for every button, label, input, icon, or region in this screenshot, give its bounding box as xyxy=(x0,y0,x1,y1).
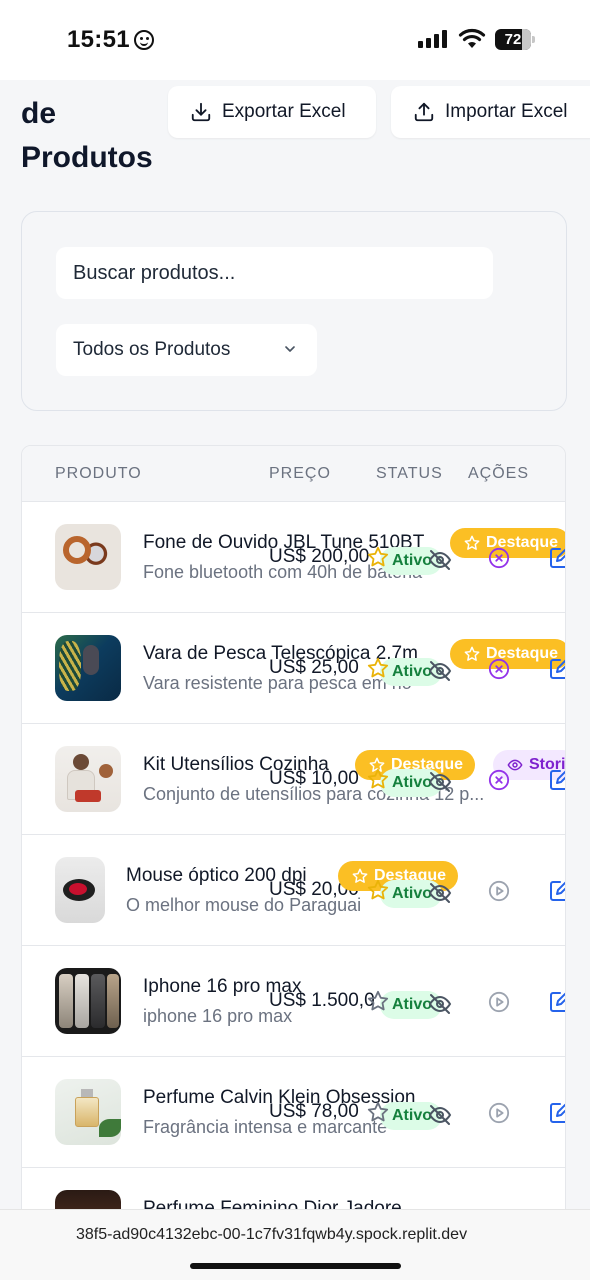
play-circle-icon[interactable] xyxy=(488,991,510,1013)
chevron-down-icon xyxy=(285,346,295,352)
table-row[interactable]: Iphone 16 pro max iphone 16 pro max US$ … xyxy=(22,946,566,1057)
edit-icon[interactable] xyxy=(549,1100,566,1124)
edit-icon[interactable] xyxy=(549,545,566,569)
play-circle-icon[interactable] xyxy=(488,1102,510,1124)
edit-icon[interactable] xyxy=(549,989,566,1013)
star-icon[interactable] xyxy=(367,657,389,679)
star-icon xyxy=(464,646,480,661)
product-price: US$ 10,00 xyxy=(269,768,359,789)
smiley-icon xyxy=(134,30,154,50)
category-select[interactable]: Todos os Produtos xyxy=(56,324,317,376)
product-image xyxy=(55,524,121,590)
product-price: US$ 200,00 xyxy=(269,546,370,567)
edit-icon[interactable] xyxy=(549,656,566,680)
status-bar: 15:51 72 xyxy=(0,0,590,80)
star-icon xyxy=(464,535,480,550)
table-row[interactable]: Vara de Pesca Telescópica 2,7m Vara resi… xyxy=(22,613,566,724)
star-icon[interactable] xyxy=(367,768,389,790)
page-title-line1: de xyxy=(21,97,57,130)
product-image xyxy=(55,1079,121,1145)
product-price: US$ 78,00 xyxy=(269,1101,359,1122)
edit-icon[interactable] xyxy=(549,878,566,902)
product-image xyxy=(55,968,121,1034)
column-header-preco: PREÇO xyxy=(269,465,331,482)
import-excel-button[interactable]: Importar Excel xyxy=(391,86,590,138)
table-row[interactable]: Perfume Calvin Klein Obsession Fragrânci… xyxy=(22,1057,566,1168)
column-header-acoes: AÇÕES xyxy=(468,465,530,482)
eye-off-icon[interactable] xyxy=(428,1103,452,1127)
page-title-line2: Produtos xyxy=(21,141,153,174)
export-excel-label: Exportar Excel xyxy=(222,101,346,122)
export-excel-button[interactable]: Exportar Excel xyxy=(168,86,376,138)
import-excel-label: Importar Excel xyxy=(445,101,568,122)
category-select-value: Todos os Produtos xyxy=(73,339,231,360)
wifi-icon xyxy=(458,28,486,48)
status-time: 15:51 xyxy=(67,26,130,53)
product-image xyxy=(55,746,121,812)
browser-url-bar[interactable]: 38f5-ad90c4132ebc-00-1c7fv31fqwb4y.spock… xyxy=(0,1209,590,1280)
product-price: US$ 25,00 xyxy=(269,657,359,678)
home-indicator[interactable] xyxy=(190,1263,401,1269)
star-icon[interactable] xyxy=(367,1101,389,1123)
star-icon[interactable] xyxy=(367,990,389,1012)
column-header-status: STATUS xyxy=(376,465,443,482)
product-price: US$ 1.500,0 xyxy=(269,990,375,1011)
play-circle-icon[interactable] xyxy=(488,880,510,902)
table-row[interactable]: Mouse óptico 200 dpi O melhor mouse do P… xyxy=(22,835,566,946)
table-row[interactable]: Kit Utensílios Cozinha Conjunto de utens… xyxy=(22,724,566,835)
x-circle-icon[interactable] xyxy=(488,658,510,680)
edit-icon[interactable] xyxy=(549,767,566,791)
column-header-produto: PRODUTO xyxy=(55,465,142,482)
eye-off-icon[interactable] xyxy=(428,770,452,794)
star-icon[interactable] xyxy=(367,546,389,568)
product-image xyxy=(55,857,105,923)
x-circle-icon[interactable] xyxy=(488,769,510,791)
upload-icon xyxy=(414,102,434,122)
eye-off-icon[interactable] xyxy=(428,548,452,572)
battery-level: 72 xyxy=(504,31,522,48)
x-circle-icon[interactable] xyxy=(488,547,510,569)
filter-panel xyxy=(21,211,567,411)
search-input[interactable]: Buscar produtos... xyxy=(56,247,493,299)
eye-off-icon[interactable] xyxy=(428,992,452,1016)
eye-off-icon[interactable] xyxy=(428,659,452,683)
product-image xyxy=(55,635,121,701)
table-row[interactable]: Fone de Ouvido JBL Tune 510BT Fone bluet… xyxy=(22,502,566,613)
star-icon xyxy=(352,868,368,883)
table-header: PRODUTO PREÇO STATUS AÇÕES xyxy=(22,446,565,502)
battery-icon: 72 xyxy=(495,29,535,50)
eye-off-icon[interactable] xyxy=(428,881,452,905)
page-title: de Produtos xyxy=(21,92,153,180)
products-table: PRODUTO PREÇO STATUS AÇÕES Fone de Ouvid… xyxy=(21,445,566,1245)
download-icon xyxy=(191,102,211,122)
cellular-signal-icon xyxy=(418,30,448,48)
star-icon[interactable] xyxy=(367,879,389,901)
url-text: 38f5-ad90c4132ebc-00-1c7fv31fqwb4y.spock… xyxy=(76,1226,468,1243)
